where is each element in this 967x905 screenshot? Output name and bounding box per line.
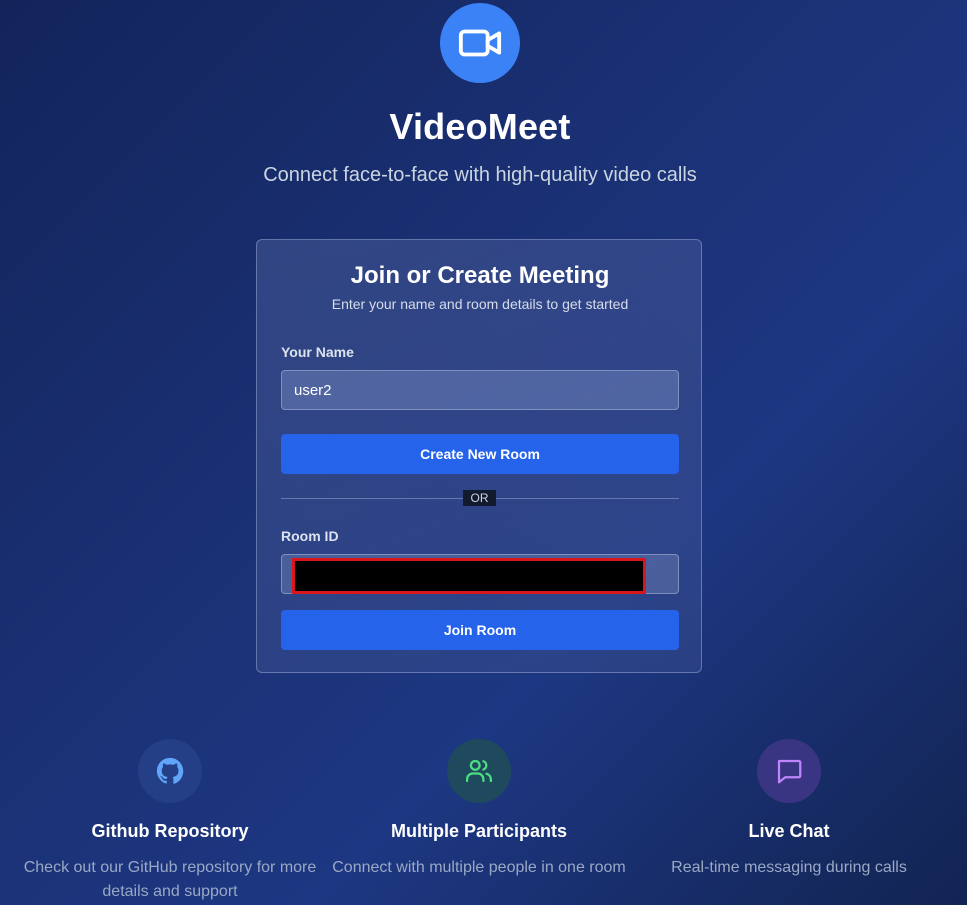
join-room-button[interactable]: Join Room [281,610,679,650]
redacted-room-id [292,558,646,594]
feature-live-chat: Live Chat Real-time messaging during cal… [639,739,939,880]
chat-bubble-icon [777,759,802,784]
or-divider: OR [463,490,496,506]
card-subtitle: Enter your name and room details to get … [331,296,629,312]
github-icon [156,757,184,784]
feature-description: Real-time messaging during calls [671,859,907,876]
chat-icon-circle [757,739,821,803]
feature-title: Github Repository [91,821,249,841]
feature-multiple-participants: Multiple Participants Connect with multi… [329,739,629,880]
users-icon-circle [447,739,511,803]
name-field-label: Your Name [281,344,354,360]
feature-description: Check out our GitHub repository for more… [23,859,317,900]
feature-title: Live Chat [748,821,830,841]
feature-description: Connect with multiple people in one room [332,859,626,876]
join-meeting-card: Join or Create Meeting Enter your name a… [256,239,702,673]
app-title: VideoMeet [389,106,571,147]
name-input[interactable] [281,370,679,410]
feature-title: Multiple Participants [390,821,568,841]
video-camera-icon [458,29,502,57]
users-icon [466,759,492,783]
github-icon-circle [138,739,202,803]
feature-github-repository[interactable]: Github Repository Check out our GitHub r… [20,739,320,904]
app-subtitle: Connect face-to-face with high-quality v… [263,164,697,186]
create-room-button[interactable]: Create New Room [281,434,679,474]
room-id-label: Room ID [281,528,339,544]
hero-video-logo [440,3,520,83]
card-title: Join or Create Meeting [350,262,610,289]
